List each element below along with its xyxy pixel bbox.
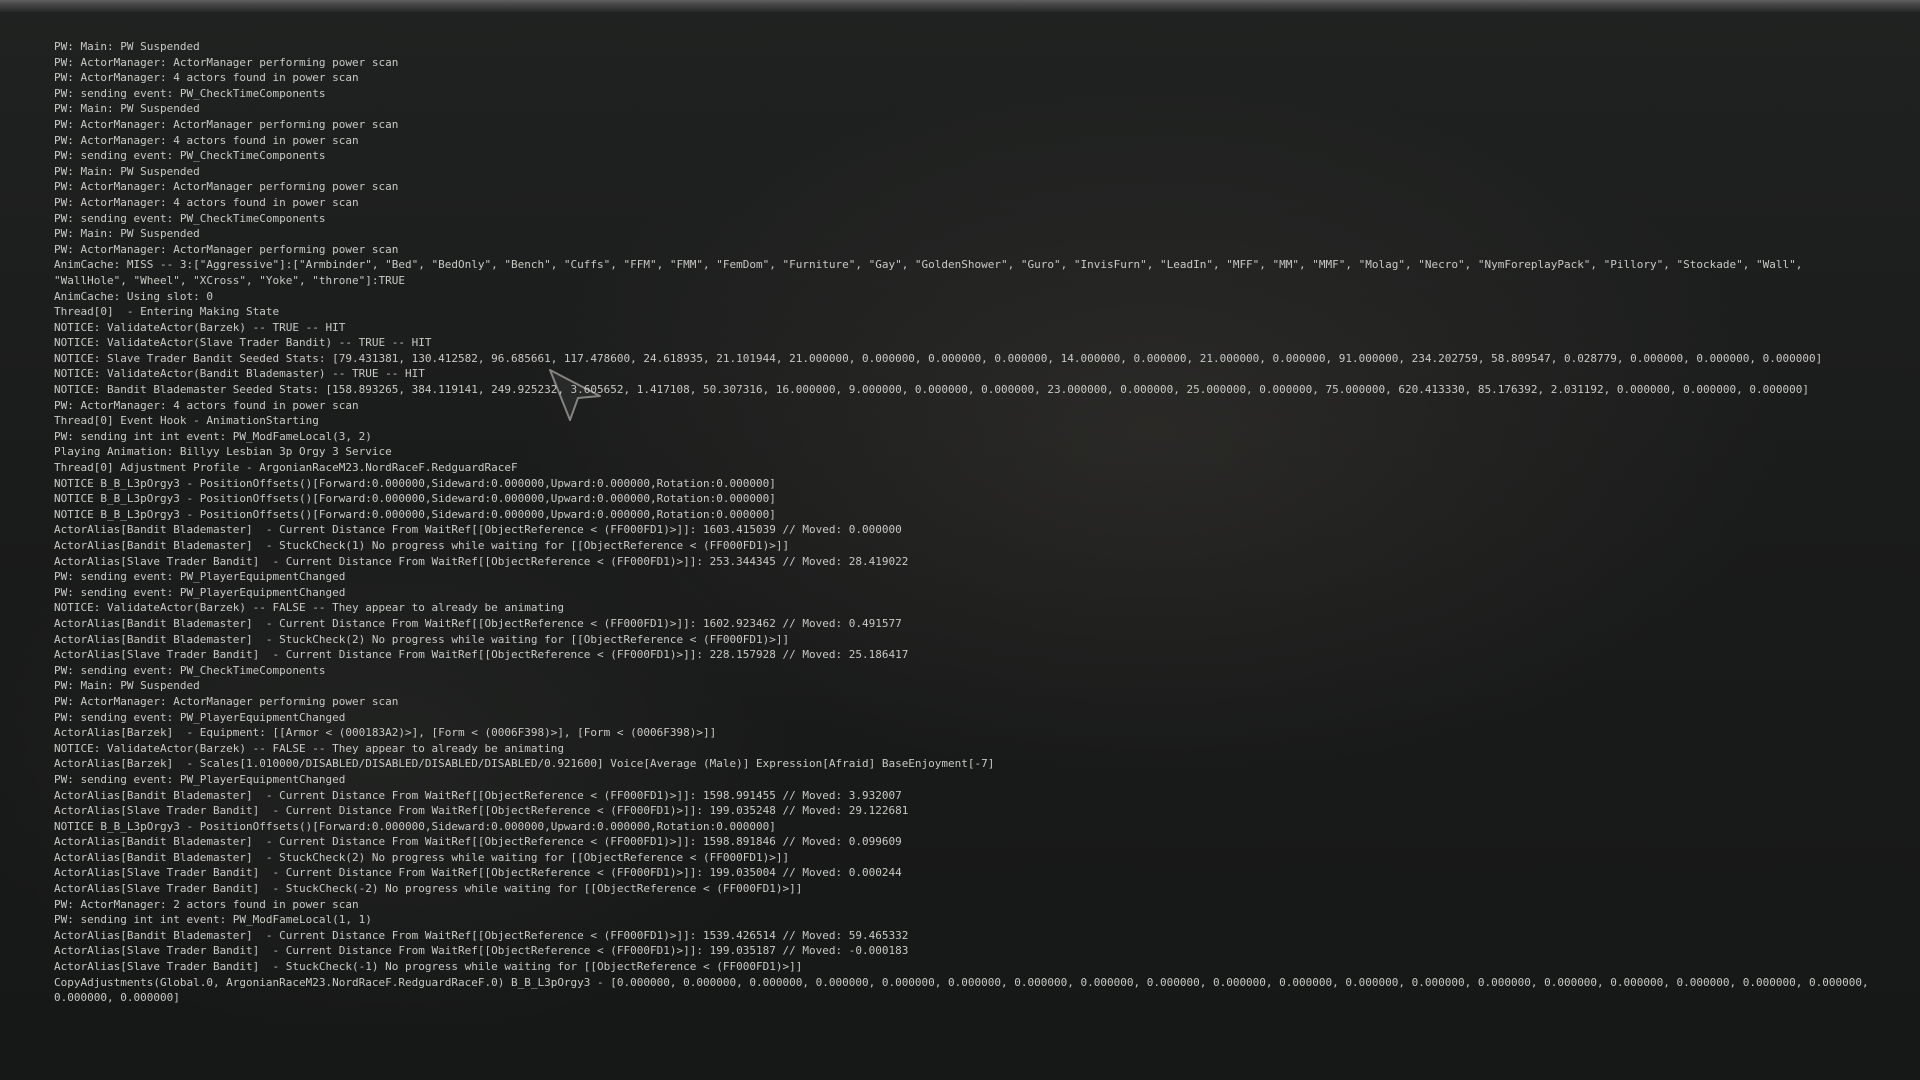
log-line: NOTICE: Slave Trader Bandit Seeded Stats… (54, 351, 1823, 365)
game-console-screen: PW: Main: PW Suspended PW: ActorManager: … (0, 0, 1920, 1080)
log-line: Thread[0] Adjustment Profile - ArgonianR… (54, 461, 518, 475)
log-line: NOTICE: ValidateActor(Barzek) -- TRUE --… (54, 320, 346, 334)
log-line: PW: Main: PW Suspended (54, 679, 200, 693)
log-line: PW: sending event: PW_PlayerEquipmentCha… (54, 585, 346, 599)
log-line: Playing Animation: Billyy Lesbian 3p Org… (54, 445, 392, 459)
log-line: PW: ActorManager: ActorManager performin… (54, 55, 399, 69)
log-line: AnimCache: MISS -- 3:["Aggressive"]:["Ar… (54, 258, 1809, 287)
log-line: PW: sending event: PW_PlayerEquipmentCha… (54, 772, 346, 786)
log-line: Thread[0] Event Hook - AnimationStarting (54, 414, 319, 428)
log-line: ActorAlias[Slave Trader Bandit] - Curren… (54, 648, 909, 662)
log-line: ActorAlias[Bandit Blademaster] - StuckCh… (54, 632, 790, 646)
log-line: ActorAlias[Slave Trader Bandit] - Curren… (54, 804, 909, 818)
log-line: PW: sending event: PW_CheckTimeComponent… (54, 211, 326, 225)
log-line: PW: sending event: PW_CheckTimeComponent… (54, 663, 326, 677)
log-line: ActorAlias[Bandit Blademaster] - Current… (54, 616, 902, 630)
log-line: ActorAlias[Slave Trader Bandit] - Curren… (54, 866, 902, 880)
log-line: PW: ActorManager: 4 actors found in powe… (54, 398, 359, 412)
log-line: PW: ActorManager: ActorManager performin… (54, 242, 399, 256)
mouse-pointer-icon (549, 369, 601, 421)
log-line: PW: ActorManager: 2 actors found in powe… (54, 897, 359, 911)
log-line: PW: ActorManager: 4 actors found in powe… (54, 71, 359, 85)
log-line: ActorAlias[Bandit Blademaster] - Current… (54, 788, 902, 802)
log-line: ActorAlias[Barzek] - Scales[1.010000/DIS… (54, 757, 995, 771)
log-line: PW: sending event: PW_CheckTimeComponent… (54, 86, 326, 100)
log-line: NOTICE: ValidateActor(Barzek) -- FALSE -… (54, 601, 564, 615)
log-line: PW: sending event: PW_CheckTimeComponent… (54, 149, 326, 163)
log-line: CopyAdjustments(Global.0, ArgonianRaceM2… (54, 975, 1876, 1005)
log-line: PW: Main: PW Suspended (54, 102, 200, 116)
log-line: PW: ActorManager: ActorManager performin… (54, 117, 399, 131)
log-line: ActorAlias[Slave Trader Bandit] - StuckC… (54, 882, 803, 896)
log-line: PW: Main: PW Suspended (54, 164, 200, 178)
log-line: ActorAlias[Slave Trader Bandit] - Curren… (54, 554, 909, 568)
log-line: Thread[0] - Entering Making State (54, 305, 280, 319)
log-line: PW: ActorManager: 4 actors found in powe… (54, 133, 359, 147)
log-line: AnimCache: Using slot: 0 (54, 289, 213, 303)
log-line: PW: Main: PW Suspended (54, 227, 200, 241)
log-line: NOTICE: Bandit Blademaster Seeded Stats:… (54, 383, 1809, 397)
log-line: PW: sending event: PW_PlayerEquipmentCha… (54, 710, 346, 724)
window-top-edge (0, 0, 1920, 12)
log-line: NOTICE: ValidateActor(Barzek) -- FALSE -… (54, 741, 564, 755)
log-line: PW: sending int int event: PW_ModFameLoc… (54, 429, 372, 443)
log-line: PW: sending event: PW_PlayerEquipmentCha… (54, 570, 346, 584)
log-line: ActorAlias[Bandit Blademaster] - Current… (54, 523, 902, 537)
log-line: PW: sending int int event: PW_ModFameLoc… (54, 913, 372, 927)
log-line: NOTICE: ValidateActor(Bandit Blademaster… (54, 367, 425, 381)
log-line: ActorAlias[Barzek] - Equipment: [[Armor … (54, 726, 717, 740)
log-line: ActorAlias[Bandit Blademaster] - StuckCh… (54, 539, 790, 552)
log-line: PW: Main: PW Suspended (54, 40, 200, 53)
log-line: ActorAlias[Bandit Blademaster] - StuckCh… (54, 850, 790, 864)
log-line: PW: ActorManager: ActorManager performin… (54, 694, 399, 708)
log-line: NOTICE B_B_L3pOrgy3 - PositionOffsets()[… (54, 492, 776, 506)
log-line: NOTICE: ValidateActor(Slave Trader Bandi… (54, 336, 432, 350)
log-line: PW: ActorManager: ActorManager performin… (54, 180, 399, 194)
log-line: ActorAlias[Bandit Blademaster] - Current… (54, 928, 909, 942)
log-line: NOTICE B_B_L3pOrgy3 - PositionOffsets()[… (54, 476, 776, 490)
log-line: NOTICE B_B_L3pOrgy3 - PositionOffsets()[… (54, 507, 776, 521)
log-line: NOTICE B_B_L3pOrgy3 - PositionOffsets()[… (54, 819, 776, 833)
log-line: PW: ActorManager: 4 actors found in powe… (54, 195, 359, 209)
log-line: ActorAlias[Slave Trader Bandit] - Curren… (54, 944, 909, 958)
log-line: ActorAlias[Bandit Blademaster] - Current… (54, 835, 902, 849)
log-line: ActorAlias[Slave Trader Bandit] - StuckC… (54, 960, 803, 974)
console-log: PW: Main: PW Suspended PW: ActorManager: … (54, 39, 1874, 1006)
